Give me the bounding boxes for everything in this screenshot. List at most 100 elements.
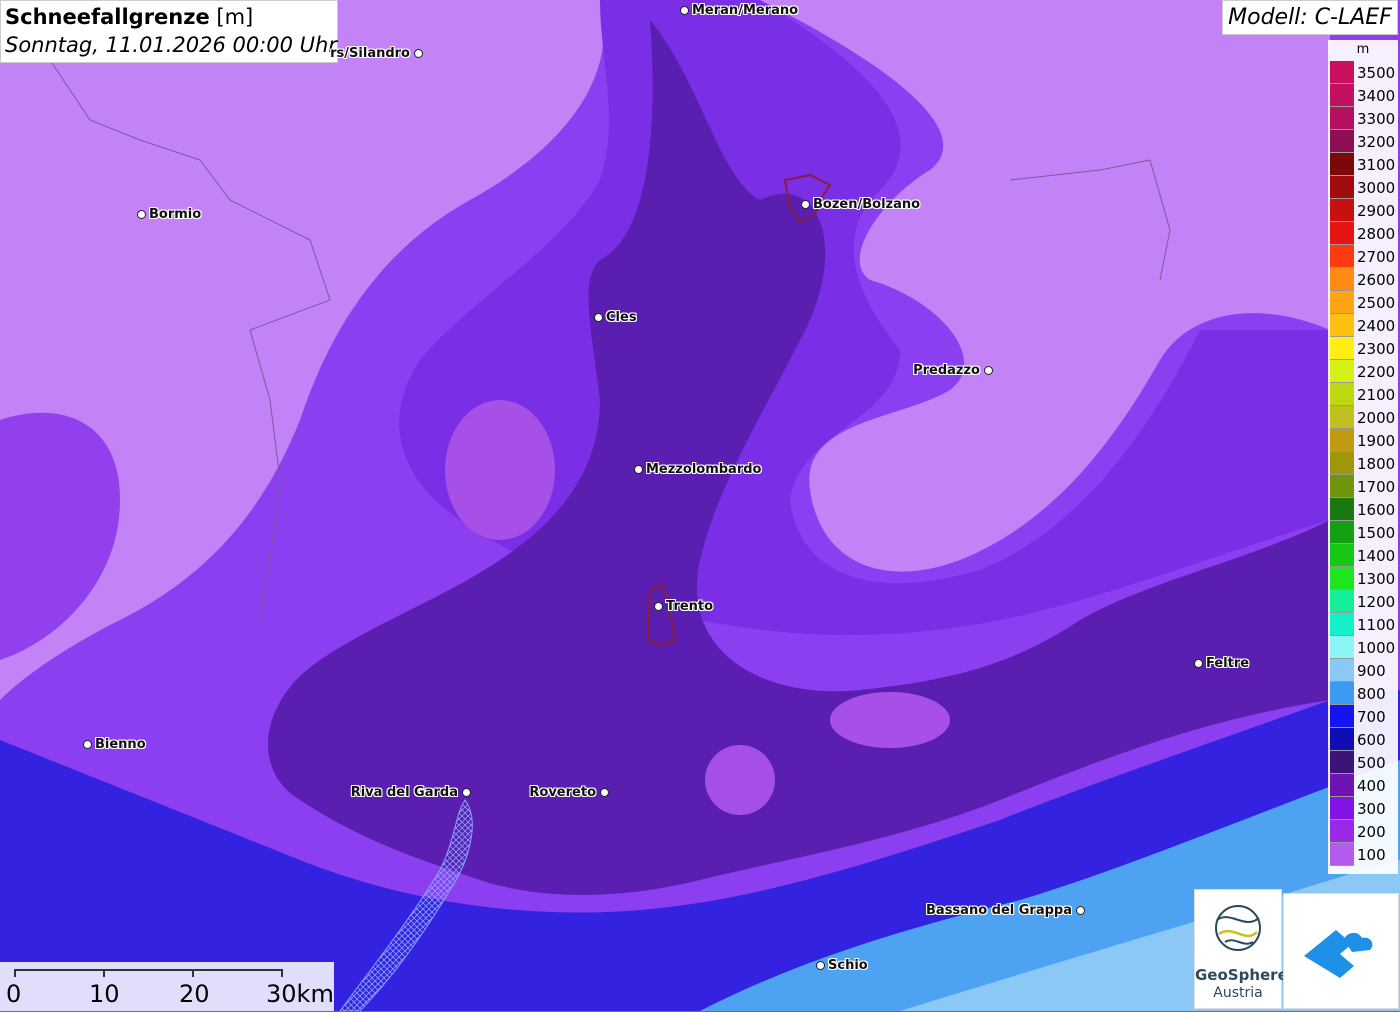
legend-entry: 2000 [1330,406,1396,429]
legend-label: 700 [1357,708,1386,726]
legend-swatch [1330,176,1354,199]
legend-swatch [1330,452,1354,475]
house-cloud-icon [1304,930,1373,978]
city-name: Cles [606,310,637,325]
city-name: Meran/Merano [692,3,799,18]
geosphere-name: GeoSphere [1195,966,1288,984]
legend-entry: 2900 [1330,199,1396,222]
city-dot-icon [137,210,146,219]
legend-swatch [1330,360,1354,383]
legend-swatch [1330,199,1354,222]
city-name: Mezzolombardo [646,462,762,477]
legend-label: 1100 [1357,616,1396,634]
legend-entry: 200 [1330,820,1396,843]
legend-label: 1000 [1357,639,1396,657]
legend-swatch [1330,84,1354,107]
legend-entry: 700 [1330,705,1396,728]
legend-entry: 1100 [1330,613,1396,636]
legend-label: 2500 [1357,294,1396,312]
legend-label: 1700 [1357,478,1396,496]
scale-label: 0 [6,980,22,1008]
app-logo[interactable] [1283,893,1399,1009]
legend-swatch [1330,567,1354,590]
city-dot-icon [600,788,609,797]
snowline-map[interactable] [0,0,1400,1011]
legend-swatch [1330,705,1354,728]
contour-200-cell-south [705,745,775,815]
legend-entry: 2700 [1330,245,1396,268]
city-dot-icon [1076,906,1085,915]
legend-swatch [1330,130,1354,153]
legend-entry: 2600 [1330,268,1396,291]
city-dot-icon [1194,659,1203,668]
legend-entry: 1500 [1330,521,1396,544]
legend-label: 1800 [1357,455,1396,473]
city-dot-icon [816,961,825,970]
legend-entry: 1200 [1330,590,1396,613]
city-name: Bassano del Grappa [926,903,1072,918]
legend-swatch [1330,153,1354,176]
city-dot-icon [462,788,471,797]
legend-entry: 2400 [1330,314,1396,337]
city-name: Bormio [149,207,202,222]
legend-swatch [1330,843,1354,866]
legend-swatch [1330,636,1354,659]
model-label: Modell: C-LAEF [1222,0,1398,35]
legend-label: 300 [1357,800,1386,818]
legend-label: 2400 [1357,317,1396,335]
legend-entry: 1900 [1330,429,1396,452]
legend-entry: 3400 [1330,84,1396,107]
legend-swatch [1330,544,1354,567]
city-name: rs/Silandro [330,46,410,61]
legend-swatch [1330,383,1354,406]
legend-label: 2300 [1357,340,1396,358]
scale-label: 20 [179,980,210,1008]
legend-swatch [1330,107,1354,130]
geosphere-sub: Austria [1213,985,1263,1001]
scale-label: 30km [266,980,334,1008]
legend-label: 2100 [1357,386,1396,404]
city-name: Schio [828,958,868,973]
legend-entry: 3500 [1330,61,1396,84]
legend-entry: 900 [1330,659,1396,682]
legend-entry: 3300 [1330,107,1396,130]
legend-entry: 1000 [1330,636,1396,659]
geosphere-emblem-icon [1215,905,1261,951]
legend-label: 900 [1357,662,1386,680]
legend-entry: 1300 [1330,567,1396,590]
legend-swatch [1330,659,1354,682]
city-name: Feltre [1206,656,1250,671]
legend-swatch [1330,590,1354,613]
legend-swatch [1330,820,1354,843]
legend-label: 400 [1357,777,1386,795]
city-dot-icon [634,465,643,474]
color-legend: m 3500 3400 3300 3200 3100 3000 2900 2800 2700 26… [1328,40,1398,874]
city-dot-icon [801,200,810,209]
legend-swatch [1330,774,1354,797]
legend-swatch [1330,521,1354,544]
legend-label: 1200 [1357,593,1396,611]
map-datetime: Sonntag, 11.01.2026 00:00 Uhr [5,33,338,57]
legend-label: 3200 [1357,133,1396,151]
geosphere-logo[interactable]: GeoSphere Austria [1194,889,1288,1009]
legend-swatch [1330,291,1354,314]
city-dot-icon [414,49,423,58]
scale-line [14,969,282,971]
map-title-unit: [m] [216,5,254,29]
city-name: Riva del Garda [350,785,458,800]
city-dot-icon [654,602,663,611]
legend-entry: 2500 [1330,291,1396,314]
legend-swatch [1330,61,1354,84]
legend-entry: 3100 [1330,153,1396,176]
title-box: Schneefallgrenze [m] Sonntag, 11.01.2026… [0,0,338,63]
city-dot-icon [984,366,993,375]
legend-label: 1500 [1357,524,1396,542]
legend-entry: 2800 [1330,222,1396,245]
legend-swatch [1330,268,1354,291]
legend-unit: m [1356,42,1370,57]
legend-entry: 100 [1330,843,1396,866]
legend-label: 1300 [1357,570,1396,588]
city-name: Trento [666,599,714,614]
legend-label: 500 [1357,754,1386,772]
legend-entry: 300 [1330,797,1396,820]
